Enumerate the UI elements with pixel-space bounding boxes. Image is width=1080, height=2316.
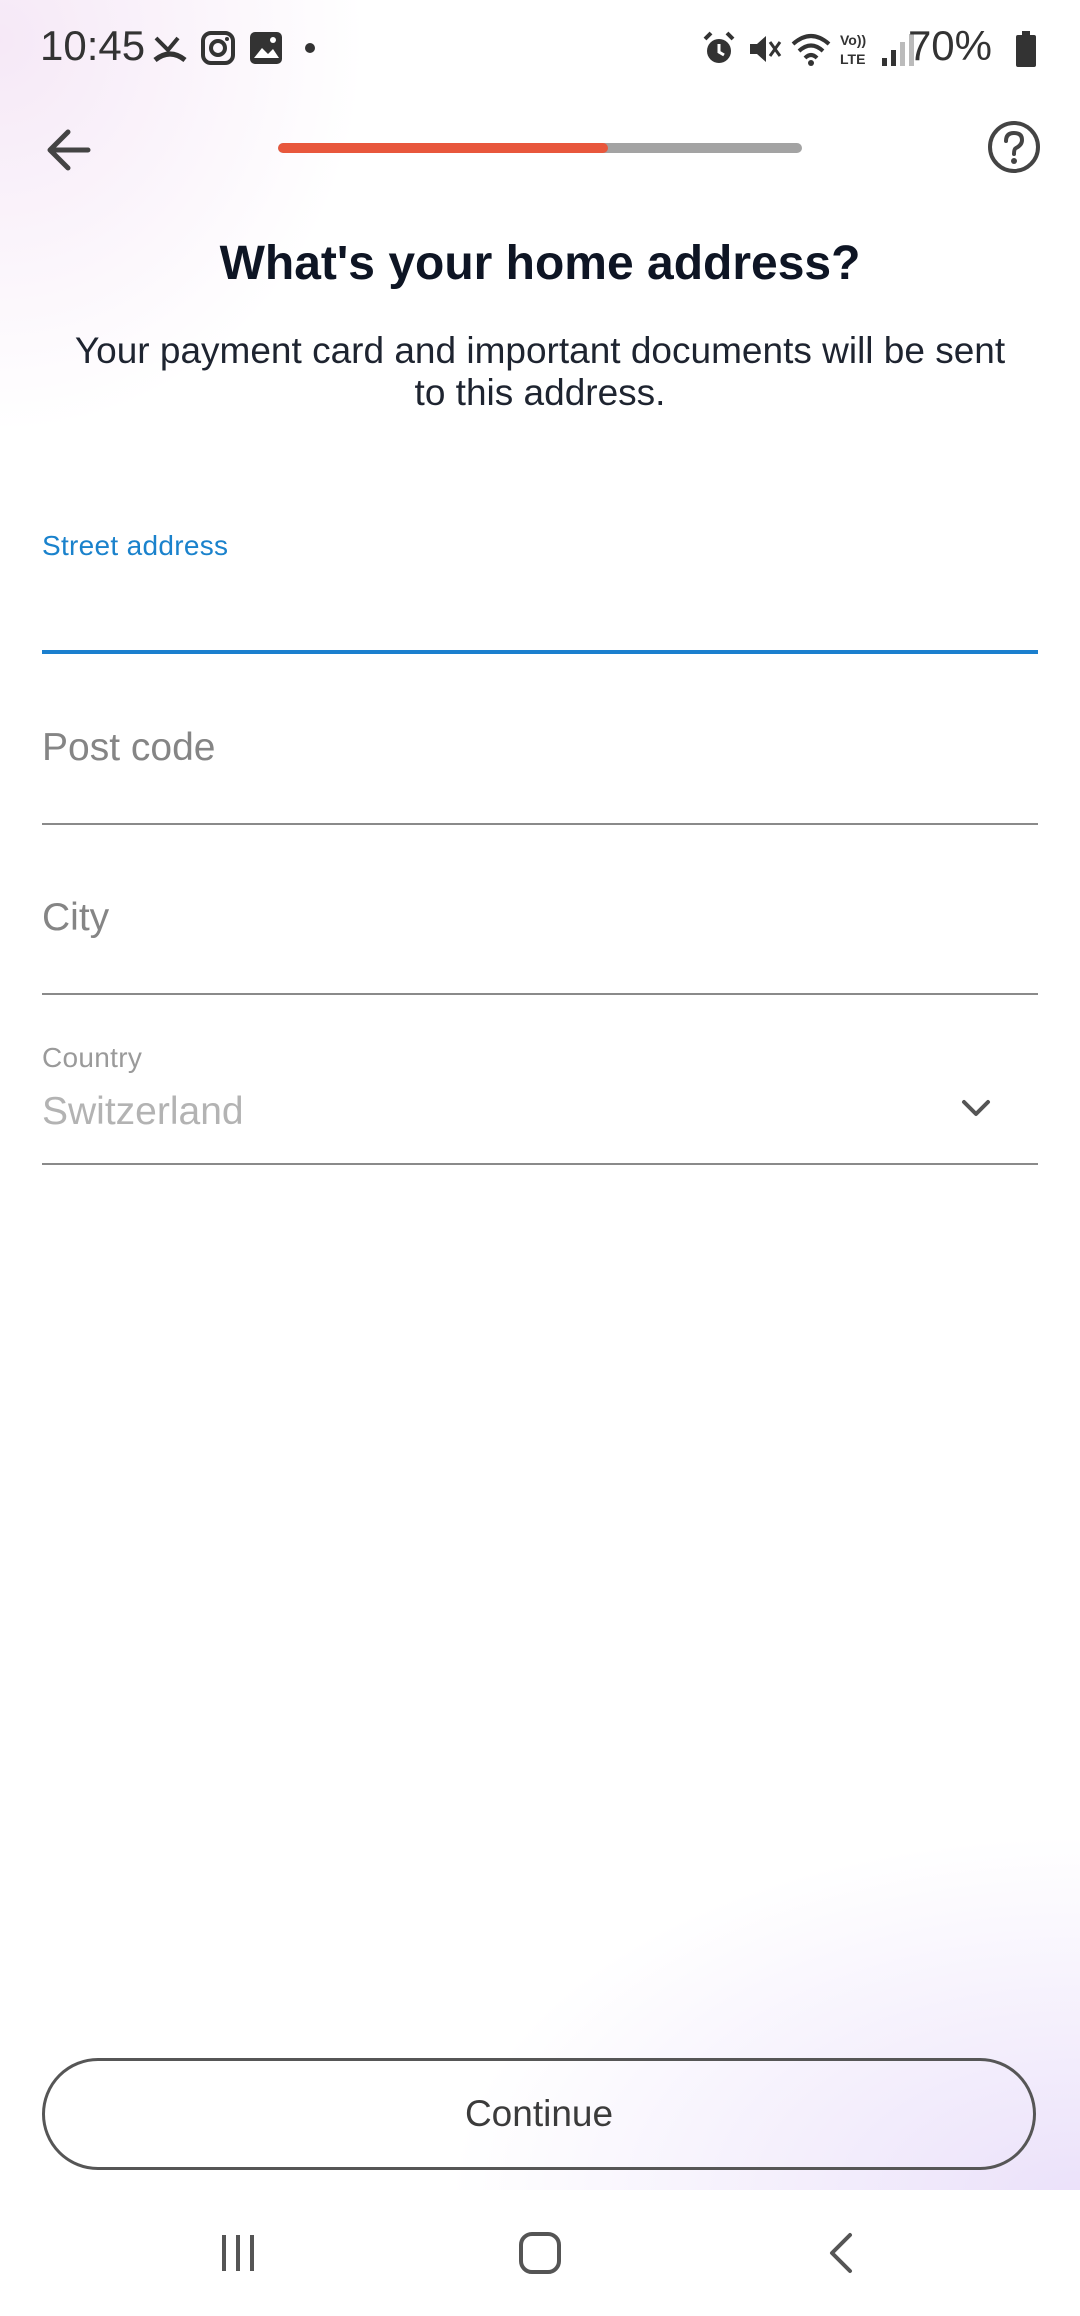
country-select[interactable]: Country Switzerland <box>42 1038 1038 1168</box>
svg-text:Vo)): Vo)) <box>840 32 866 48</box>
street-address-label: Street address <box>42 530 229 561</box>
battery-percent: 70% <box>907 22 992 69</box>
back-nav-icon <box>830 2233 852 2273</box>
progress-bar <box>278 143 802 153</box>
recent-apps-icon <box>222 2235 254 2271</box>
home-button[interactable] <box>470 2190 610 2316</box>
city-placeholder: City <box>42 896 110 939</box>
gallery-icon <box>250 32 282 64</box>
battery-icon <box>1016 31 1036 67</box>
post-code-placeholder: Post code <box>42 726 216 769</box>
svg-text:LTE: LTE <box>840 51 865 67</box>
back-nav-button[interactable] <box>772 2190 912 2316</box>
system-nav-bar <box>0 2190 1080 2316</box>
page-title: What's your home address? <box>219 237 861 290</box>
post-code-field[interactable]: Post code <box>42 700 1038 826</box>
continue-button[interactable]: Continue <box>42 2058 1036 2170</box>
post-code-underline <box>42 823 1038 825</box>
city-underline <box>42 993 1038 995</box>
country-label: Country <box>42 1042 143 1073</box>
mute-icon <box>750 36 782 62</box>
page-subtitle: Your payment card and important document… <box>74 330 1006 413</box>
status-time: 10:45 <box>40 22 146 69</box>
street-address-underline <box>42 650 1038 654</box>
home-icon <box>519 2232 561 2274</box>
dot-icon <box>305 43 315 53</box>
status-bar: 10:45 Vo)) LTE 70% <box>0 0 1080 96</box>
recent-apps-button[interactable] <box>168 2190 308 2316</box>
back-arrow-icon[interactable] <box>40 118 104 182</box>
city-field[interactable]: City <box>42 870 1038 996</box>
country-value: Switzerland <box>42 1090 244 1133</box>
wifi-icon <box>791 34 831 66</box>
instagram-icon <box>201 31 235 65</box>
country-underline <box>42 1163 1038 1165</box>
missed-call-icon <box>153 36 187 63</box>
volte-icon: Vo)) LTE <box>840 32 866 67</box>
help-icon[interactable] <box>986 119 1042 175</box>
alarm-icon <box>703 31 735 63</box>
progress-fill <box>278 143 609 153</box>
chevron-down-icon[interactable] <box>956 1088 996 1128</box>
street-address-field[interactable]: Street address <box>42 530 1038 656</box>
